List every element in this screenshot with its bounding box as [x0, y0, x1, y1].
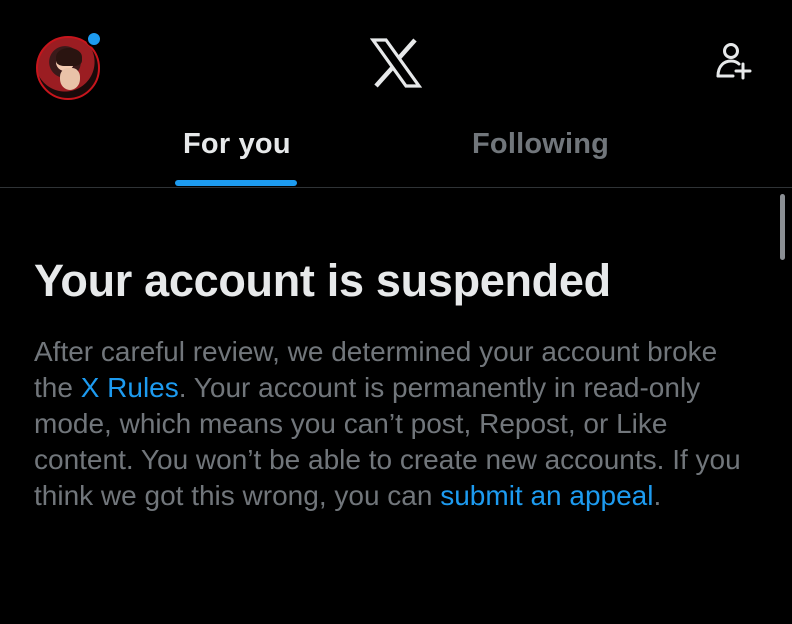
- submit-appeal-link[interactable]: submit an appeal: [440, 480, 653, 511]
- active-tab-indicator: [175, 180, 297, 186]
- suspension-message: After careful review, we determined your…: [34, 334, 754, 514]
- x-logo-icon[interactable]: [370, 38, 422, 88]
- timeline-tabs: For you Following: [0, 120, 792, 188]
- notification-dot: [86, 31, 102, 47]
- suspension-notice: Your account is suspended After careful …: [34, 252, 754, 514]
- add-person-icon[interactable]: [712, 40, 756, 84]
- message-part-3: .: [653, 480, 662, 511]
- tab-for-you[interactable]: For you: [183, 128, 291, 161]
- top-bar: [0, 0, 792, 120]
- suspension-title: Your account is suspended: [34, 255, 611, 306]
- scrollbar[interactable]: [780, 194, 785, 260]
- x-rules-link[interactable]: X Rules: [81, 372, 179, 403]
- tab-following[interactable]: Following: [472, 128, 609, 161]
